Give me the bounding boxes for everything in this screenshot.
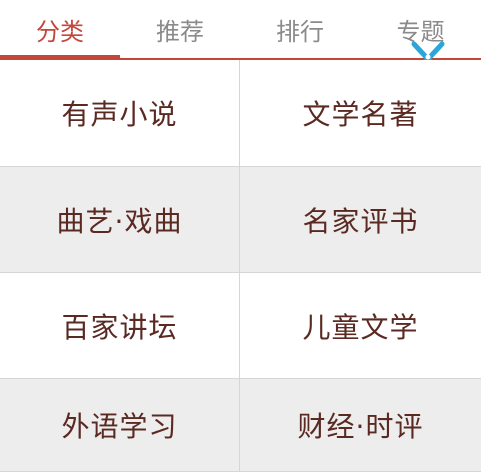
category-finance-commentary[interactable]: 财经·时评 (240, 379, 481, 472)
category-lecture-room[interactable]: 百家讲坛 (0, 273, 240, 379)
tab-recommend[interactable]: 推荐 (120, 0, 240, 58)
tab-ranking[interactable]: 排行 (240, 0, 360, 58)
category-grid: 有声小说 文学名著 曲艺·戏曲 名家评书 百家讲坛 儿童文学 外语学习 财经·时… (0, 60, 481, 472)
tab-category[interactable]: 分类 (0, 0, 120, 58)
category-literary-classics[interactable]: 文学名著 (240, 60, 481, 167)
category-children-literature[interactable]: 儿童文学 (240, 273, 481, 379)
category-storytelling[interactable]: 名家评书 (240, 167, 481, 273)
category-audio-novels[interactable]: 有声小说 (0, 60, 240, 167)
category-language-learning[interactable]: 外语学习 (0, 379, 240, 472)
category-folk-opera[interactable]: 曲艺·戏曲 (0, 167, 240, 273)
